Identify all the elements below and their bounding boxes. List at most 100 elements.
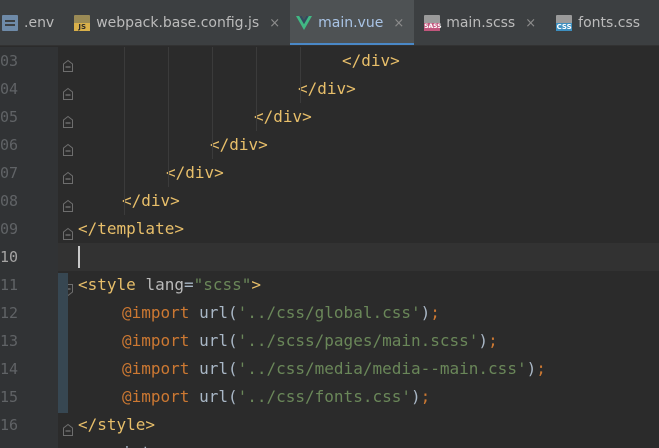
code-token: </div> <box>166 163 224 182</box>
change-marker <box>58 273 68 413</box>
line-number: 13 <box>0 327 58 355</box>
fold-end-icon[interactable] <box>62 194 74 212</box>
line-number <box>0 439 58 448</box>
tab-label: main.scss <box>446 15 516 31</box>
code-token: '../css/global.css' <box>237 303 421 322</box>
fold-end-icon[interactable] <box>62 222 74 240</box>
tab-main-scss[interactable]: SASS main.scss × <box>414 0 546 45</box>
fold-end-icon[interactable] <box>62 418 74 436</box>
code-line[interactable]: 05 </div> <box>0 103 659 131</box>
code-text: <style lang="scss"> <box>78 271 261 299</box>
code-token: ) <box>526 359 537 378</box>
close-icon[interactable]: × <box>269 16 280 31</box>
code-token: </template> <box>78 219 184 238</box>
line-number: 09 <box>0 215 58 243</box>
code-line[interactable]: 12 @import url('../css/global.css'); <box>0 299 659 327</box>
code-token: ; <box>488 331 498 350</box>
code-text: int <box>122 439 151 448</box>
code-line[interactable]: 06 </div> <box>0 131 659 159</box>
tab-label: .env <box>24 15 55 31</box>
code-token: "scss" <box>193 275 252 294</box>
fold-end-icon[interactable] <box>62 54 74 72</box>
code-token: </div> <box>298 79 356 98</box>
fold-end-icon[interactable] <box>62 166 74 184</box>
line-number: 16 <box>0 411 58 439</box>
code-token: ) <box>420 303 431 322</box>
indent-guide <box>212 47 213 159</box>
line-number: 11 <box>0 271 58 299</box>
code-token: @import <box>122 387 200 406</box>
code-text: @import url('../scss/pages/main.scss'); <box>122 327 498 355</box>
code-token: @import <box>122 303 200 322</box>
code-line[interactable]: 16 </style> <box>0 411 659 439</box>
fold-end-icon[interactable] <box>62 82 74 100</box>
indent-guide <box>256 47 257 131</box>
code-line[interactable]: 07 </div> <box>0 159 659 187</box>
close-icon[interactable]: × <box>393 16 404 31</box>
code-line[interactable]: 09 </template> <box>0 215 659 243</box>
code-token: url( <box>199 359 238 378</box>
code-text: </div> <box>342 47 400 75</box>
code-line[interactable]: 14 @import url('../css/media/media--main.… <box>0 355 659 383</box>
code-text: </div> <box>166 159 224 187</box>
code-token: url( <box>199 387 238 406</box>
line-number: 15 <box>0 383 58 411</box>
code-line[interactable]: 13 @import url('../scss/pages/main.scss')… <box>0 327 659 355</box>
close-icon[interactable]: × <box>525 16 536 31</box>
tab-webpack-base-config[interactable]: JS webpack.base.config.js × <box>64 0 290 45</box>
code-token: > <box>251 275 262 294</box>
code-token: ; <box>430 303 440 322</box>
code-token: '../css/media/media--main.css' <box>237 359 527 378</box>
indent-guide <box>124 47 125 215</box>
text-caret <box>78 246 80 268</box>
code-text: </div> <box>210 131 268 159</box>
js-file-icon: JS <box>74 15 91 31</box>
line-number: 03 <box>0 47 58 75</box>
fold-end-icon[interactable] <box>62 110 74 128</box>
code-text: </div> <box>122 187 180 215</box>
code-token: @import <box>122 331 200 350</box>
code-token: url( <box>199 303 238 322</box>
line-number: 12 <box>0 299 58 327</box>
code-token: int <box>122 443 151 448</box>
tab-fonts-css[interactable]: CSS fonts.css <box>546 0 650 45</box>
code-editor[interactable]: 03 </div> 04 </div> 05 </div> 06 </div> 07 </div>… <box>0 47 659 448</box>
code-text: </template> <box>78 215 184 243</box>
code-line[interactable]: int <box>0 439 659 448</box>
code-text: </div> <box>254 103 312 131</box>
code-line[interactable]: 03 </div> <box>0 47 659 75</box>
vue-file-icon <box>296 15 313 31</box>
code-token: ; <box>420 387 431 406</box>
code-token: </div> <box>210 135 268 154</box>
code-line[interactable]: 15 @import url('../css/fonts.css'); <box>0 383 659 411</box>
code-token: ) <box>478 331 489 350</box>
code-line[interactable]: 10 <box>0 243 659 271</box>
code-token: ) <box>410 387 421 406</box>
code-line[interactable]: 11 <style lang="scss"> <box>0 271 659 299</box>
code-token: url( <box>199 331 238 350</box>
code-text: @import url('../css/global.css'); <box>122 299 440 327</box>
line-number: 06 <box>0 131 58 159</box>
line-number: 08 <box>0 187 58 215</box>
code-line[interactable]: 04 </div> <box>0 75 659 103</box>
tab-env[interactable]: .env <box>0 0 64 45</box>
code-token: lang <box>145 275 184 294</box>
code-text: @import url('../css/media/media--main.cs… <box>122 355 546 383</box>
code-token: '../css/fonts.css' <box>237 387 411 406</box>
tab-label: main.vue <box>318 15 384 31</box>
sass-file-icon: SASS <box>424 15 442 31</box>
code-token: </div> <box>342 51 400 70</box>
env-file-icon <box>2 15 18 31</box>
indent-guide <box>168 47 169 187</box>
code-token: <style <box>78 275 146 294</box>
code-line[interactable]: 08 </div> <box>0 187 659 215</box>
code-token: </div> <box>254 107 312 126</box>
code-token: </div> <box>122 191 180 210</box>
line-number: 07 <box>0 159 58 187</box>
tab-main-vue[interactable]: main.vue × <box>290 0 415 45</box>
code-token: @import <box>122 359 200 378</box>
fold-end-icon[interactable] <box>62 138 74 156</box>
code-token: ; <box>536 359 546 378</box>
line-number: 05 <box>0 103 58 131</box>
editor-tab-bar: .env JS webpack.base.config.js × main.vu… <box>0 0 659 46</box>
